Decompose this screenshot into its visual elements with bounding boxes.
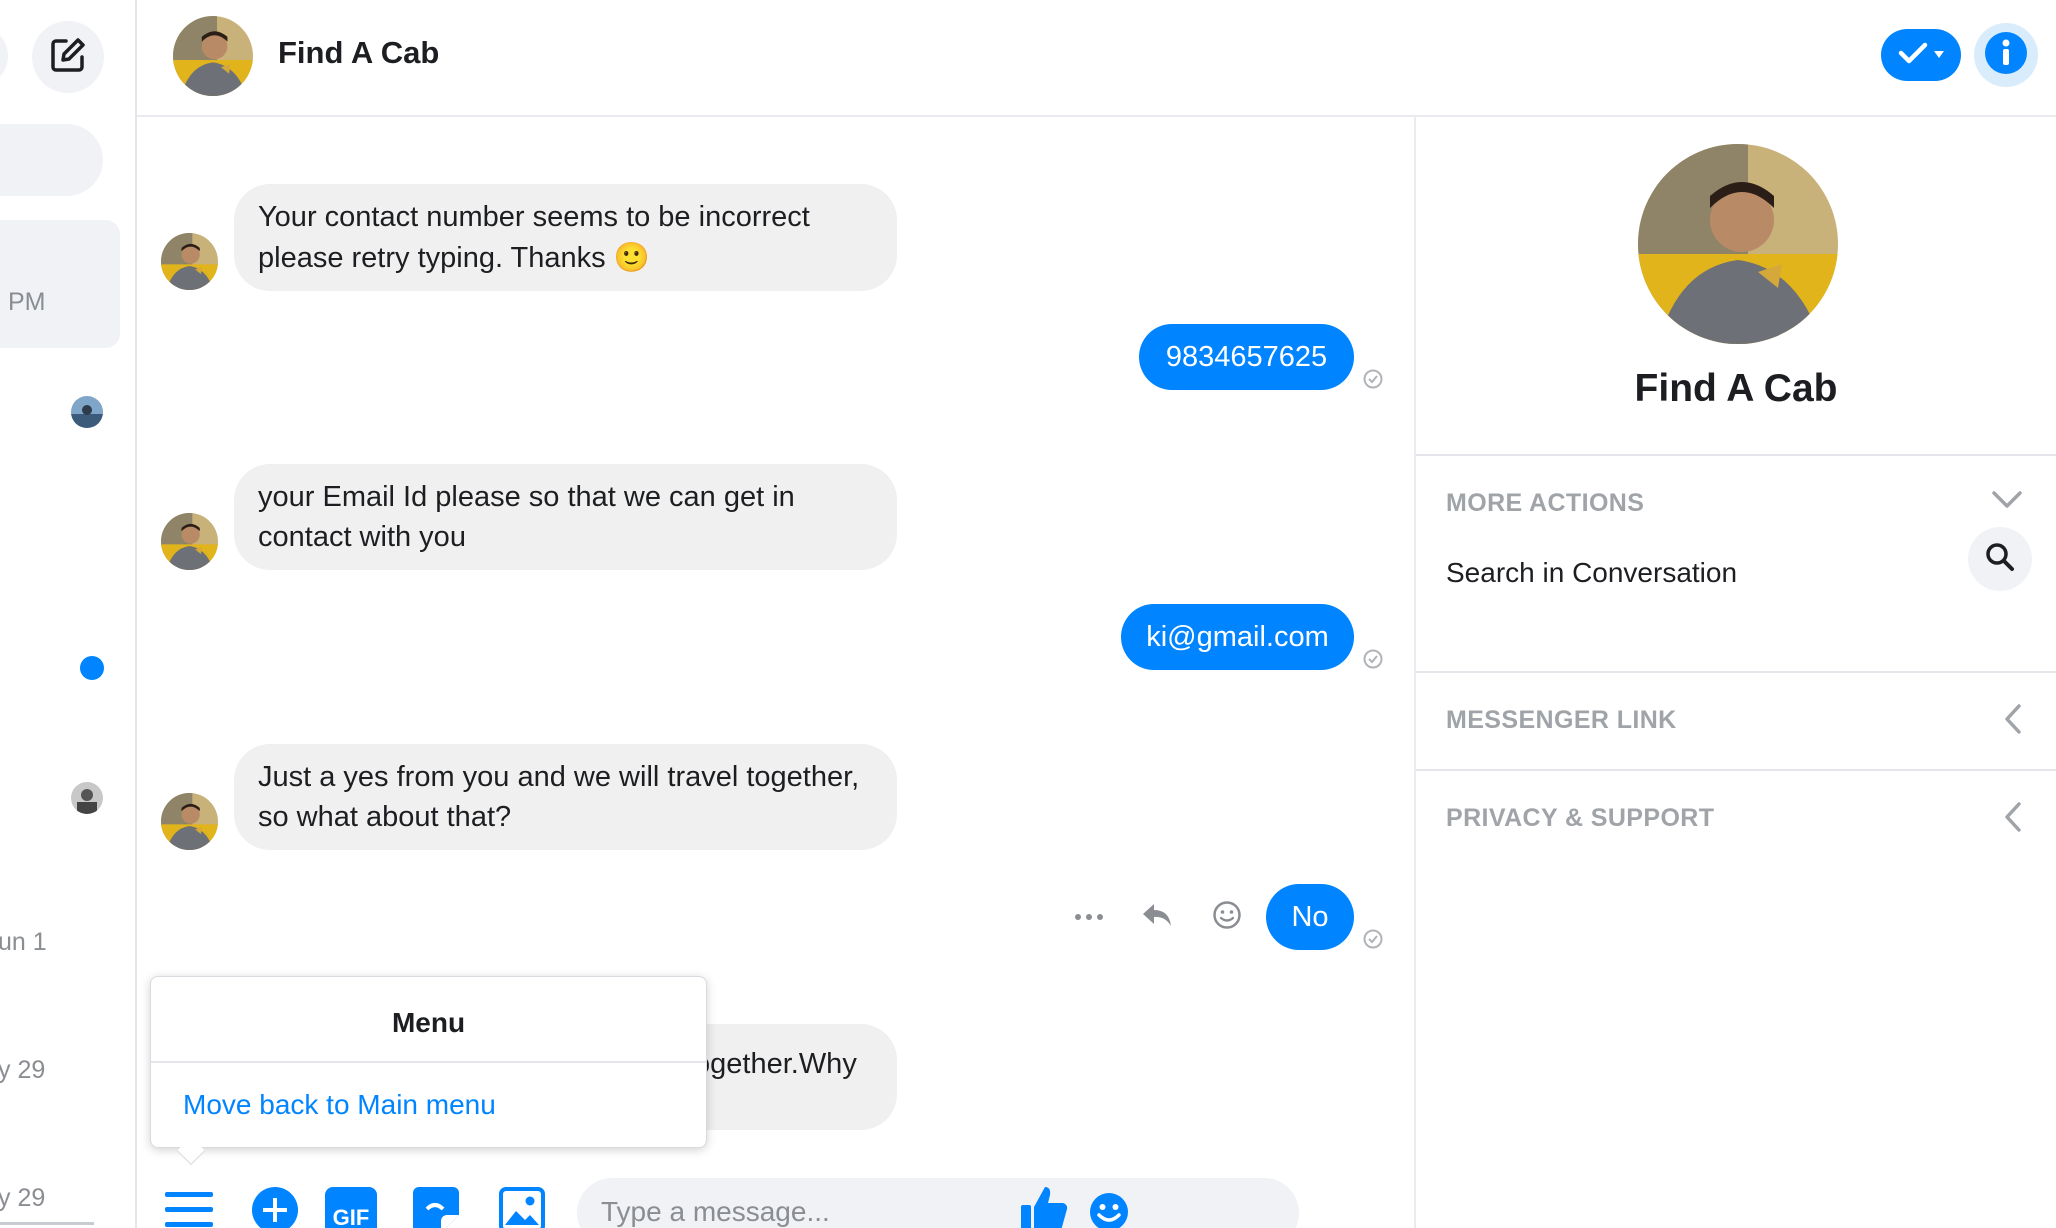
chevron-left-icon <box>2004 704 2022 738</box>
conversation-avatar[interactable] <box>71 396 103 428</box>
reply-button[interactable] <box>1137 897 1177 937</box>
conversation-list-sidebar: PM un 1 y 29 y 29 <box>0 0 137 1228</box>
scrollbar[interactable] <box>0 1222 94 1225</box>
emoji-icon <box>1089 1192 1129 1228</box>
smile-emoji: 🙂 <box>613 240 650 274</box>
like-button[interactable] <box>1019 1185 1069 1228</box>
sender-avatar[interactable] <box>161 513 218 570</box>
message-bubble-incoming[interactable]: Just a yes from you and we will travel t… <box>234 744 897 850</box>
gif-button[interactable]: GIF <box>325 1187 377 1228</box>
react-button[interactable] <box>1207 897 1247 937</box>
sender-avatar[interactable] <box>161 793 218 850</box>
gif-label: GIF <box>332 1205 370 1228</box>
emoji-button[interactable] <box>1087 1192 1131 1228</box>
gif-icon: GIF <box>325 1187 377 1228</box>
new-message-button[interactable] <box>32 21 104 93</box>
unread-dot <box>80 656 104 680</box>
message-bubble-outgoing[interactable]: ki@gmail.com <box>1121 604 1354 670</box>
sender-avatar[interactable] <box>161 233 218 290</box>
message-input-box <box>577 1178 1299 1228</box>
divider <box>1416 454 2056 456</box>
add-button[interactable] <box>252 1186 298 1228</box>
search-icon <box>1985 542 2015 577</box>
more-icon <box>1074 908 1104 926</box>
seen-icon <box>1363 369 1383 389</box>
message-actions <box>1069 897 1247 937</box>
like-icon <box>1019 1183 1069 1228</box>
message-bubble-incoming[interactable]: Your contact number seems to be incorrec… <box>234 184 897 291</box>
reply-icon <box>1141 902 1173 933</box>
sticker-button[interactable] <box>413 1186 459 1228</box>
profile-avatar[interactable] <box>1638 144 1838 344</box>
conversation-item-active[interactable] <box>0 220 120 348</box>
settings-button[interactable] <box>0 26 8 86</box>
privacy-support-header[interactable]: PRIVACY & SUPPORT <box>1446 804 1714 833</box>
plus-icon <box>252 1186 298 1228</box>
menu-popup: Menu Move back to Main menu <box>150 976 707 1166</box>
conversation-time: un 1 <box>0 928 47 956</box>
info-panel: Find A Cab MORE ACTIONS Search in Conver… <box>1414 117 2056 1228</box>
message-bubble-incoming[interactable]: your Email Id please so that we can get … <box>234 464 897 570</box>
message-bubble-outgoing[interactable]: 9834657625 <box>1139 324 1354 390</box>
search-in-conversation[interactable]: Search in Conversation <box>1446 557 1737 589</box>
seen-icon <box>1363 929 1383 949</box>
conversation-avatar[interactable] <box>71 782 103 814</box>
menu-title: Menu <box>151 977 706 1063</box>
conversation-time: y 29 <box>0 1056 46 1084</box>
more-button[interactable] <box>1069 897 1109 937</box>
divider <box>1416 769 2056 771</box>
menu-item-main-menu[interactable]: Move back to Main menu <box>183 1089 496 1121</box>
chevron-down-icon <box>1934 46 1944 64</box>
chevron-down-icon <box>1992 491 2022 513</box>
info-icon <box>1984 31 2028 80</box>
sticker-icon <box>413 1186 459 1228</box>
image-button[interactable] <box>499 1186 545 1228</box>
messenger-link-toggle[interactable] <box>2004 704 2022 739</box>
chevron-left-icon <box>2004 802 2022 836</box>
messenger-link-header[interactable]: MESSENGER LINK <box>1446 706 1677 735</box>
privacy-support-toggle[interactable] <box>2004 802 2022 837</box>
page-title[interactable]: Find A Cab <box>278 35 439 71</box>
message-text: Your contact number seems to be incorrec… <box>258 201 810 274</box>
search-conversations-input[interactable] <box>0 124 103 196</box>
seen-icon <box>1363 649 1383 669</box>
search-button[interactable] <box>1968 527 2032 591</box>
status-dropdown-button[interactable] <box>1881 29 1961 81</box>
more-actions-toggle[interactable] <box>1992 491 2022 514</box>
conversation-time: y 29 <box>0 1184 46 1212</box>
conversation-header: Find A Cab <box>137 0 2056 117</box>
profile-name: Find A Cab <box>1634 367 1838 410</box>
menu-icon <box>165 1190 213 1228</box>
info-button[interactable] <box>1974 23 2038 87</box>
conversation-time: PM <box>8 288 46 316</box>
divider <box>1416 671 2056 673</box>
avatar[interactable] <box>173 16 253 96</box>
emoji-icon <box>1212 900 1242 935</box>
more-actions-header[interactable]: MORE ACTIONS <box>1446 489 1644 518</box>
compose-icon <box>48 35 88 80</box>
image-icon <box>499 1186 545 1228</box>
check-icon <box>1898 41 1928 70</box>
menu-button[interactable] <box>165 1190 213 1228</box>
message-bubble-outgoing[interactable]: No <box>1266 884 1354 950</box>
